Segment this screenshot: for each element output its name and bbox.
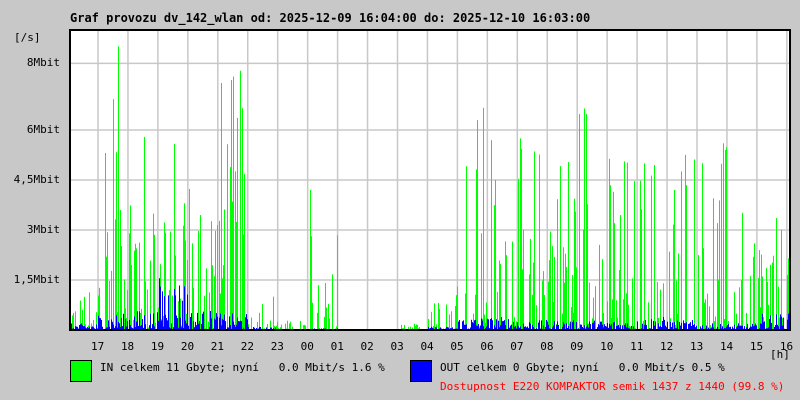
- availability-text: Dostupnost E220 KOMPAKTOR semik 1437 z 1…: [440, 380, 785, 393]
- x-tick-label: 06: [480, 340, 494, 353]
- x-tick-label: 12: [660, 340, 674, 353]
- x-tick-label: 20: [180, 340, 195, 353]
- x-tick-label: 03: [390, 340, 404, 353]
- legend-in: IN celkem 11 Gbyte; nyní 0.0 Mbit/s 1.6 …: [100, 361, 385, 374]
- x-tick-label: 10: [600, 340, 614, 353]
- x-tick-label: 07: [510, 340, 524, 353]
- x-tick-label: 08: [540, 340, 554, 353]
- y-tick-label: 1,5Mbit: [13, 273, 60, 286]
- y-tick-label: 8Mbit: [26, 56, 60, 70]
- x-tick-label: 04: [420, 340, 434, 353]
- x-tick-label: 22: [240, 340, 254, 353]
- x-tick-label: 15: [749, 340, 764, 353]
- legend-in-swatch: [70, 360, 92, 382]
- x-tick-label: 17: [91, 340, 105, 353]
- x-tick-label: 21: [210, 340, 225, 353]
- x-tick-label: 05: [450, 340, 464, 353]
- x-tick-label: 14: [719, 340, 734, 353]
- x-tick-label: 02: [360, 340, 374, 353]
- y-tick-label: 4,5Mbit: [13, 173, 60, 186]
- legend-out: OUT celkem 0 Gbyte; nyní 0.0 Mbit/s 0.5 …: [440, 361, 725, 374]
- y-tick-label: 3Mbit: [26, 223, 60, 236]
- x-tick-label: 09: [570, 340, 584, 353]
- x-tick-label: 11: [630, 340, 644, 353]
- y-tick-label: 6Mbit: [26, 123, 60, 136]
- x-tick-label: 13: [690, 340, 704, 353]
- legend-out-swatch: [410, 360, 432, 382]
- x-tick-label: 01: [330, 340, 344, 353]
- x-tick-label: 18: [120, 340, 135, 353]
- x-tick-label: 19: [150, 340, 165, 353]
- x-tick-label: 23: [270, 340, 284, 353]
- x-tick-label: 16: [779, 340, 794, 353]
- x-tick-label: 00: [300, 340, 314, 353]
